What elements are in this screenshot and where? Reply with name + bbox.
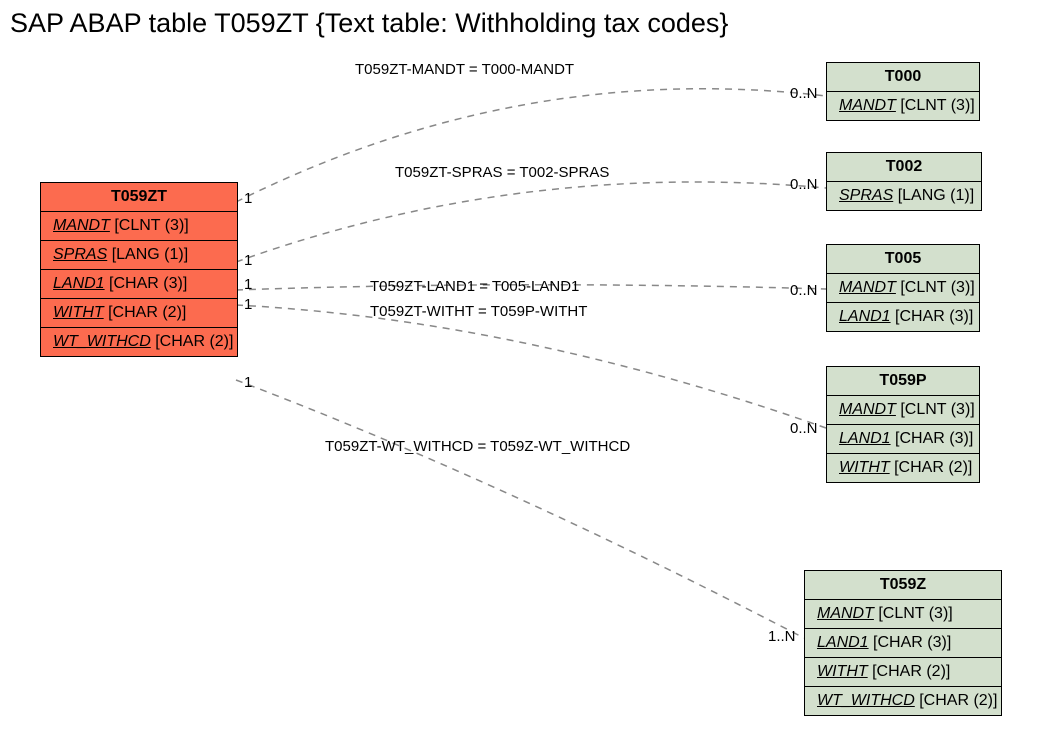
field-row: MANDT [CLNT (3)]	[827, 396, 979, 425]
entity-header: T059ZT	[41, 183, 237, 212]
rel-label: T059ZT-WITHT = T059P-WITHT	[370, 303, 587, 320]
card-tgt: 0..N	[790, 176, 818, 193]
er-diagram: { "title": "SAP ABAP table T059ZT {Text …	[0, 0, 1048, 755]
field-row: MANDT [CLNT (3)]	[827, 92, 979, 120]
field-row: MANDT [CLNT (3)]	[805, 600, 1001, 629]
card-tgt: 0..N	[790, 85, 818, 102]
field-row: LAND1 [CHAR (3)]	[41, 270, 237, 299]
entity-t059zt: T059ZT MANDT [CLNT (3)] SPRAS [LANG (1)]…	[40, 182, 238, 357]
rel-label: T059ZT-WT_WITHCD = T059Z-WT_WITHCD	[325, 438, 630, 455]
rel-label: T059ZT-SPRAS = T002-SPRAS	[395, 164, 609, 181]
card-tgt: 0..N	[790, 420, 818, 437]
page-title: SAP ABAP table T059ZT {Text table: Withh…	[10, 8, 728, 39]
entity-header: T059P	[827, 367, 979, 396]
entity-header: T059Z	[805, 571, 1001, 600]
entity-t002: T002 SPRAS [LANG (1)]	[826, 152, 982, 211]
field-row: MANDT [CLNT (3)]	[827, 274, 979, 303]
field-row: WITHT [CHAR (2)]	[41, 299, 237, 328]
card-src: 1	[244, 296, 252, 313]
card-tgt: 1..N	[768, 628, 796, 645]
rel-label: T059ZT-MANDT = T000-MANDT	[355, 61, 574, 78]
field-row: WT_WITHCD [CHAR (2)]	[41, 328, 237, 356]
entity-header: T005	[827, 245, 979, 274]
card-src: 1	[244, 252, 252, 269]
card-src: 1	[244, 374, 252, 391]
field-row: SPRAS [LANG (1)]	[827, 182, 981, 210]
field-row: MANDT [CLNT (3)]	[41, 212, 237, 241]
entity-t059z: T059Z MANDT [CLNT (3)] LAND1 [CHAR (3)] …	[804, 570, 1002, 716]
field-row: LAND1 [CHAR (3)]	[827, 303, 979, 331]
field-row: WITHT [CHAR (2)]	[827, 454, 979, 482]
card-tgt: 0..N	[790, 282, 818, 299]
field-row: LAND1 [CHAR (3)]	[827, 425, 979, 454]
entity-t000: T000 MANDT [CLNT (3)]	[826, 62, 980, 121]
field-row: WITHT [CHAR (2)]	[805, 658, 1001, 687]
card-src: 1	[244, 190, 252, 207]
entity-t059p: T059P MANDT [CLNT (3)] LAND1 [CHAR (3)] …	[826, 366, 980, 483]
rel-label: T059ZT-LAND1 = T005-LAND1	[370, 278, 579, 295]
entity-header: T000	[827, 63, 979, 92]
field-row: WT_WITHCD [CHAR (2)]	[805, 687, 1001, 715]
entity-header: T002	[827, 153, 981, 182]
entity-t005: T005 MANDT [CLNT (3)] LAND1 [CHAR (3)]	[826, 244, 980, 332]
field-row: LAND1 [CHAR (3)]	[805, 629, 1001, 658]
field-row: SPRAS [LANG (1)]	[41, 241, 237, 270]
card-src: 1	[244, 276, 252, 293]
